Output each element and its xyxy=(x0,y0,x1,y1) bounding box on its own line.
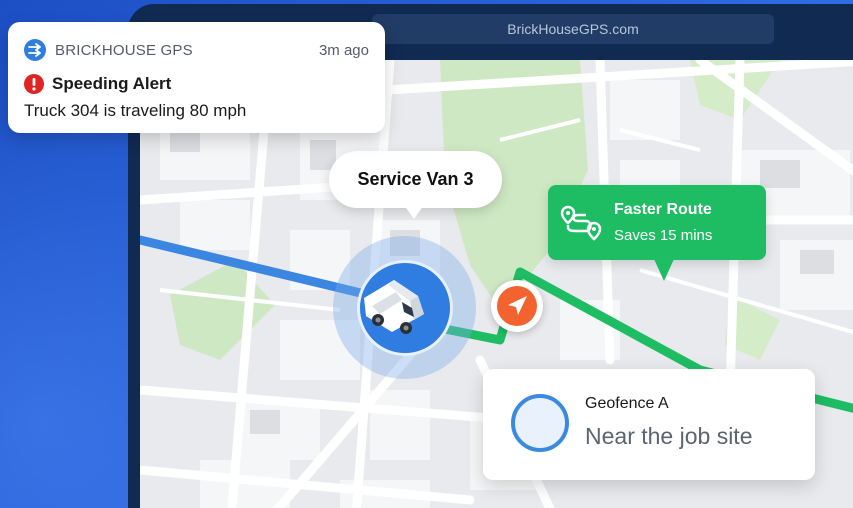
route-card-tail xyxy=(654,259,674,281)
navigation-pin[interactable] xyxy=(491,280,543,332)
notification-body: Truck 304 is traveling 80 mph xyxy=(24,101,247,120)
notification-app-row: BRICKHOUSE GPS xyxy=(24,39,193,61)
vehicle-label-tail xyxy=(404,205,424,219)
geofence-status: Near the job site xyxy=(585,423,753,449)
notification-app-name: BRICKHOUSE GPS xyxy=(55,41,193,59)
notification-title-row: Speeding Alert xyxy=(24,74,171,94)
vehicle-label-bubble[interactable]: Service Van 3 xyxy=(329,151,502,208)
geofence-circle-icon xyxy=(511,394,569,452)
alert-icon xyxy=(24,74,44,94)
navigation-arrow-icon xyxy=(508,296,527,315)
van-icon xyxy=(364,280,424,334)
brickhouse-logo-icon xyxy=(24,39,46,61)
route-icon xyxy=(560,205,602,241)
route-card-title: Faster Route xyxy=(614,201,712,218)
notification-title: Speeding Alert xyxy=(52,74,172,93)
faster-route-card[interactable]: Faster Route Saves 15 mins xyxy=(548,185,766,260)
geofence-card[interactable]: Geofence A Near the job site xyxy=(483,369,815,480)
navigation-pin-fill xyxy=(497,286,537,326)
address-bar[interactable]: BrickHouseGPS.com xyxy=(372,14,774,44)
speeding-notification[interactable]: BRICKHOUSE GPS 3m ago Speeding Alert Tru… xyxy=(8,22,385,133)
geofence-label: Geofence A xyxy=(585,395,669,412)
route-card-subtitle: Saves 15 mins xyxy=(614,227,713,244)
notification-time: 3m ago xyxy=(318,42,369,59)
